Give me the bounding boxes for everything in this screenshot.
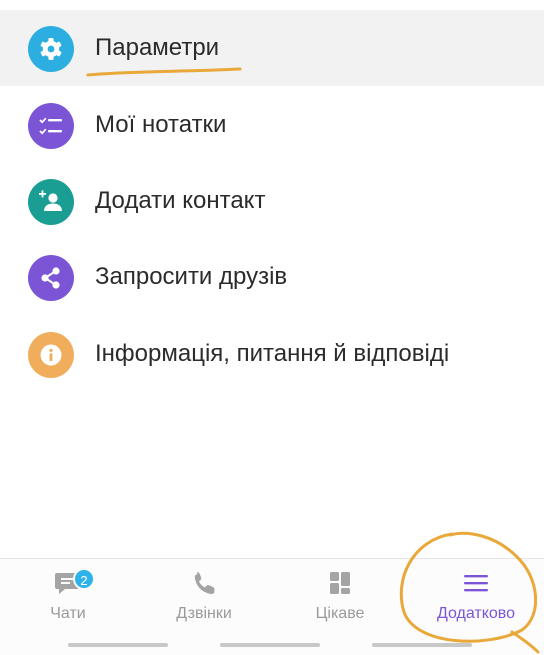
tab-label: Чати xyxy=(50,605,86,622)
menu-item-info-faq[interactable]: Інформація, питання й відповіді xyxy=(0,316,544,392)
menu-item-my-notes[interactable]: Мої нотатки xyxy=(0,87,544,163)
checklist-icon xyxy=(28,103,74,149)
menu-item-invite-friends[interactable]: Запросити друзів xyxy=(0,239,544,315)
tab-label: Додатково xyxy=(436,605,516,622)
share-icon xyxy=(28,255,74,301)
menu-item-add-contact[interactable]: Додати контакт xyxy=(0,163,544,239)
gear-icon xyxy=(28,26,74,72)
tab-label: Цікаве xyxy=(315,605,365,622)
add-contact-icon xyxy=(28,179,74,225)
tab-label: Дзвінки xyxy=(176,605,232,622)
unread-badge: 2 xyxy=(73,568,95,590)
menu-item-settings[interactable]: Параметри xyxy=(0,10,544,86)
info-icon xyxy=(28,332,74,378)
menu-item-label: Додати контакт xyxy=(95,187,266,214)
tab-explore[interactable]: Цікаве xyxy=(272,559,472,655)
menu-item-label: Мої нотатки xyxy=(95,111,227,138)
menu-item-label: Інформація, питання й відповіді xyxy=(95,340,450,367)
grid-icon xyxy=(330,572,350,594)
menu-item-label: Параметри xyxy=(95,34,220,61)
menu-item-label: Запросити друзів xyxy=(95,263,288,290)
menu-icon xyxy=(464,575,488,592)
phone-icon xyxy=(194,572,215,595)
tab-more[interactable]: Додатково xyxy=(408,559,544,655)
bottom-navigation: 2 Чати Дзвінки Цікаве Додатково xyxy=(0,558,544,655)
tab-calls[interactable]: Дзвінки xyxy=(136,559,320,655)
tab-chats[interactable]: 2 Чати xyxy=(0,559,168,655)
